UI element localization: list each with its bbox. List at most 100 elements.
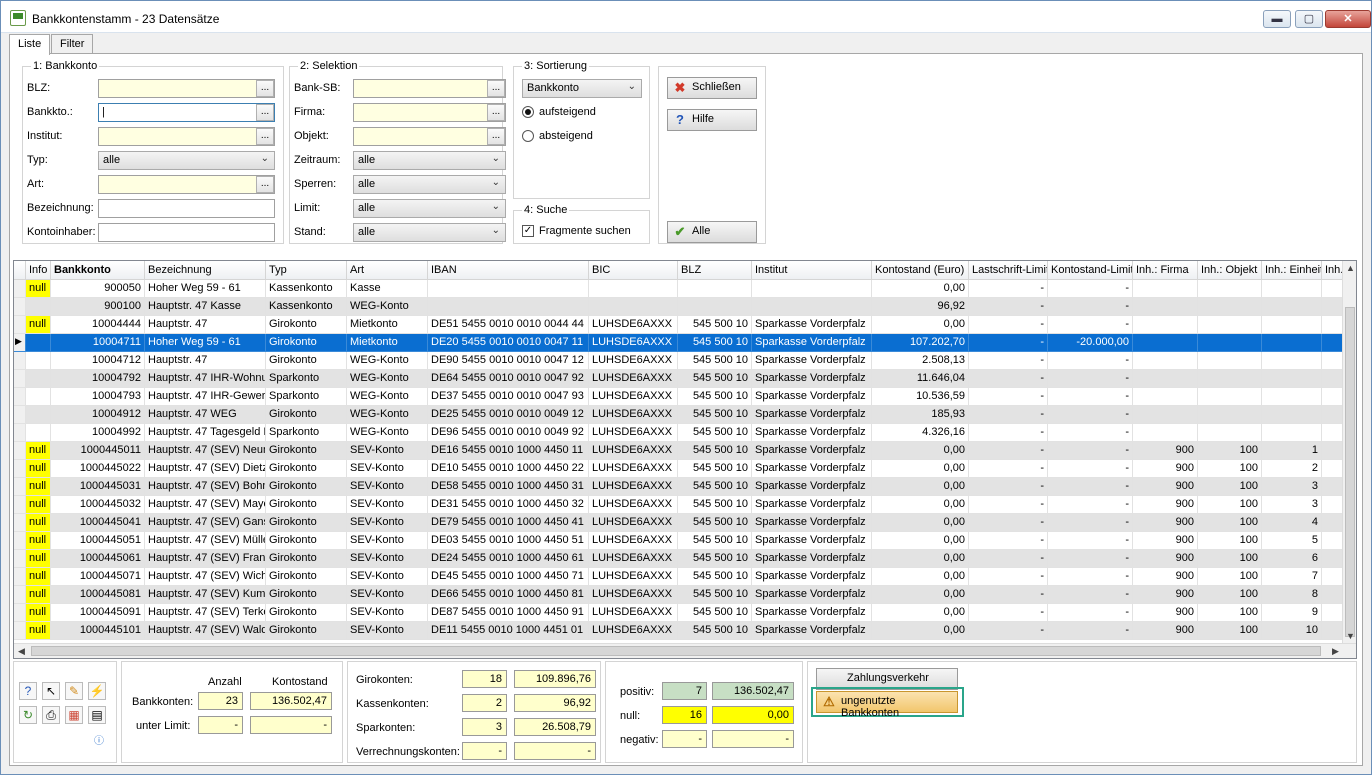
table-row[interactable]: null 1000445081 Hauptstr. 47 (SEV) Kumn Gir…	[14, 586, 1352, 604]
table-row[interactable]: null 1000445032 Hauptstr. 47 (SEV) Maye Gir…	[14, 496, 1352, 514]
close-button[interactable]: ✖ Schließen	[667, 77, 757, 99]
grid-tool-icon[interactable]: ▦	[65, 706, 83, 724]
table-row[interactable]: null 1000445101 Hauptstr. 47 (SEV) Wald Gir…	[14, 622, 1352, 640]
table-row[interactable]: 10004912 Hauptstr. 47 WEG Girokonto WEG-Kon…	[14, 406, 1352, 424]
scroll-left-icon[interactable]: ◀	[18, 646, 25, 657]
tab-liste[interactable]: Liste	[9, 34, 51, 55]
row-indicator[interactable]: ▶	[14, 334, 26, 352]
table-row[interactable]: null 1000445061 Hauptstr. 47 (SEV) Frank Gi…	[14, 550, 1352, 568]
column-header-6[interactable]: BIC	[589, 261, 678, 280]
scroll-down-icon[interactable]: ▼	[1346, 631, 1355, 641]
column-header-12[interactable]: Inh.: Firma	[1133, 261, 1198, 280]
table-row[interactable]: 900100 Hauptstr. 47 Kasse Kassenkonto WEG-K…	[14, 298, 1352, 316]
column-header-7[interactable]: BLZ	[678, 261, 752, 280]
table-row[interactable]: null 1000445041 Hauptstr. 47 (SEV) Gans Gir…	[14, 514, 1352, 532]
selektion-lookup-button-1[interactable]: ...	[487, 104, 505, 121]
selektion-lookup-button-2[interactable]: ...	[487, 128, 505, 145]
table-row[interactable]: ▶ 10004711 Hoher Weg 59 - 61 Girokonto Mietk…	[14, 334, 1352, 352]
all-button[interactable]: ✔ Alle	[667, 221, 757, 243]
row-indicator[interactable]	[14, 352, 26, 370]
row-indicator[interactable]	[14, 532, 26, 550]
ungenutzte-bankkonten-button[interactable]: ⚠ ungenutzte Bankkonten	[816, 691, 958, 719]
refresh-tool-icon[interactable]: ↻	[19, 706, 37, 724]
row-indicator[interactable]	[14, 280, 26, 298]
minimize-button[interactable]: ▬	[1263, 10, 1291, 28]
info-icon[interactable]: ⓘ	[94, 732, 104, 747]
column-header-4[interactable]: Art	[347, 261, 428, 280]
bankkonto-input-0[interactable]	[98, 79, 275, 98]
selektion-input-1[interactable]	[353, 103, 506, 122]
row-indicator[interactable]	[14, 460, 26, 478]
column-header-13[interactable]: Inh.: Objekt	[1198, 261, 1262, 280]
column-header-2[interactable]: Bezeichnung	[145, 261, 266, 280]
sort-asc-radio[interactable]	[522, 106, 534, 118]
row-indicator[interactable]	[14, 586, 26, 604]
row-indicator[interactable]	[14, 406, 26, 424]
scroll-right-icon[interactable]: ▶	[1332, 646, 1339, 657]
bankkonto-select-3[interactable]: alle ⌄	[98, 151, 275, 170]
close-window-button[interactable]: ✕	[1325, 10, 1371, 28]
fragment-checkbox[interactable]: ✓	[522, 225, 534, 237]
column-header-10[interactable]: Lastschrift-Limit	[969, 261, 1048, 280]
column-header-14[interactable]: Inh.: Einheit	[1262, 261, 1322, 280]
table-row[interactable]: 10004793 Hauptstr. 47 IHR-Gewert Sparkonto…	[14, 388, 1352, 406]
document-tool-icon[interactable]: ▤	[88, 706, 106, 724]
table-row[interactable]: null 1000445031 Hauptstr. 47 (SEV) Bohn Gir…	[14, 478, 1352, 496]
row-indicator[interactable]	[14, 568, 26, 586]
scroll-up-icon[interactable]: ▲	[1346, 263, 1355, 273]
pencil-tool-icon[interactable]: ✎	[65, 682, 83, 700]
bankkonto-input-2[interactable]	[98, 127, 275, 146]
selektion-select-3[interactable]: alle ⌄	[353, 151, 506, 170]
column-header-1[interactable]: Bankkonto	[51, 261, 145, 280]
row-indicator[interactable]	[14, 550, 26, 568]
row-indicator[interactable]	[14, 622, 26, 640]
bankkonto-lookup-button-4[interactable]: ...	[256, 176, 274, 193]
print-tool-icon[interactable]: ⎙	[42, 706, 60, 724]
bankkonto-lookup-button-0[interactable]: ...	[256, 80, 274, 97]
column-header-3[interactable]: Typ	[266, 261, 347, 280]
vertical-scroll-thumb[interactable]	[1345, 307, 1355, 637]
horizontal-scrollbar[interactable]: ◀ ▶	[14, 643, 1356, 658]
selektion-select-5[interactable]: alle ⌄	[353, 199, 506, 218]
row-indicator[interactable]	[14, 316, 26, 334]
column-header-8[interactable]: Institut	[752, 261, 872, 280]
lightning-tool-icon[interactable]: ⚡	[88, 682, 106, 700]
table-row[interactable]: 10004792 Hauptstr. 47 IHR-Wohnu Sparkonto W…	[14, 370, 1352, 388]
table-row[interactable]: null 1000445071 Hauptstr. 47 (SEV) Wich Gir…	[14, 568, 1352, 586]
row-indicator[interactable]	[14, 478, 26, 496]
row-indicator[interactable]	[14, 604, 26, 622]
selektion-select-6[interactable]: alle ⌄	[353, 223, 506, 242]
help-tool-icon[interactable]: ?	[19, 682, 37, 700]
table-row[interactable]: null 10004444 Hauptstr. 47 Girokonto Mietkon…	[14, 316, 1352, 334]
bankkonto-input-1[interactable]: |	[98, 103, 275, 122]
table-row[interactable]: 10004992 Hauptstr. 47 Tagesgeld I Sparkont…	[14, 424, 1352, 442]
sort-desc-radio[interactable]	[522, 130, 534, 142]
horizontal-scroll-thumb[interactable]	[31, 646, 1321, 656]
column-header-9[interactable]: Kontostand (Euro)	[872, 261, 969, 280]
row-indicator[interactable]	[14, 514, 26, 532]
row-indicator[interactable]	[14, 298, 26, 316]
bankkonto-lookup-button-2[interactable]: ...	[256, 128, 274, 145]
bankkonto-input-6[interactable]	[98, 223, 275, 242]
row-indicator[interactable]	[14, 496, 26, 514]
maximize-button[interactable]: ▢	[1295, 10, 1323, 28]
help-button[interactable]: ? Hilfe	[667, 109, 757, 131]
selektion-lookup-button-0[interactable]: ...	[487, 80, 505, 97]
selektion-input-0[interactable]	[353, 79, 506, 98]
table-row[interactable]: 10004712 Hauptstr. 47 Girokonto WEG-Konto DE…	[14, 352, 1352, 370]
column-header-5[interactable]: IBAN	[428, 261, 589, 280]
pointer-tool-icon[interactable]: ↖	[42, 682, 60, 700]
selektion-input-2[interactable]	[353, 127, 506, 146]
tab-filter[interactable]: Filter	[51, 34, 94, 54]
table-row[interactable]: null 1000445091 Hauptstr. 47 (SEV) Terke Gi…	[14, 604, 1352, 622]
row-indicator[interactable]	[14, 388, 26, 406]
bankkonto-input-5[interactable]	[98, 199, 275, 218]
column-header-11[interactable]: Kontostand-Limit	[1048, 261, 1133, 280]
selektion-select-4[interactable]: alle ⌄	[353, 175, 506, 194]
column-header-0[interactable]: Info	[26, 261, 51, 280]
table-row[interactable]: null 1000445011 Hauptstr. 47 (SEV) Neum Gir…	[14, 442, 1352, 460]
table-row[interactable]: null 1000445022 Hauptstr. 47 (SEV) Dietz Gi…	[14, 460, 1352, 478]
table-row[interactable]: null 900050 Hoher Weg 59 - 61 Kassenkonto Ka…	[14, 280, 1352, 298]
row-indicator[interactable]	[14, 370, 26, 388]
row-indicator[interactable]	[14, 424, 26, 442]
